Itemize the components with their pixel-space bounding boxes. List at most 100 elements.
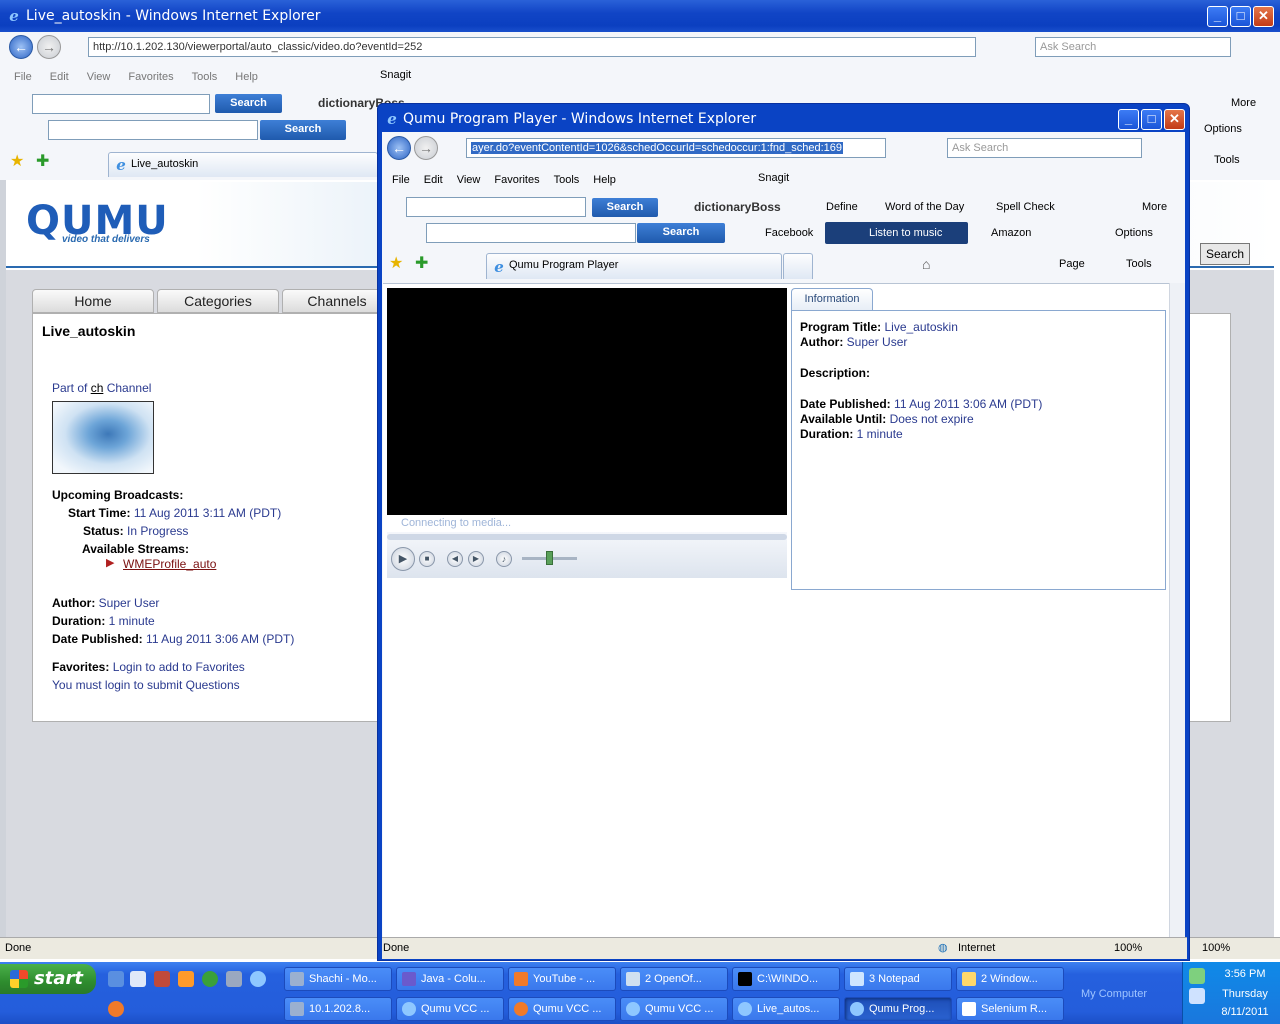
task-qumu-vcc-1[interactable]: Qumu VCC ... (396, 997, 504, 1021)
define-button[interactable]: Define (826, 201, 858, 213)
facebook-button[interactable]: Facebook (765, 227, 813, 239)
popup-menu-file[interactable]: File (392, 174, 410, 186)
menu-file[interactable]: File (14, 71, 32, 83)
task-cmd[interactable]: C:\WINDO... (732, 967, 840, 991)
questions-login-text[interactable]: You must login to submit Questions (52, 678, 240, 692)
popup-minimize-button[interactable]: _ (1118, 109, 1139, 130)
popup-menu-edit[interactable]: Edit (424, 174, 443, 186)
next-button[interactable]: ▶ (468, 551, 484, 567)
popup-snagit-button[interactable]: Snagit (758, 172, 789, 184)
menu-view[interactable]: View (87, 71, 111, 83)
popup-scrollbar[interactable] (1169, 283, 1185, 937)
bg-tab-live-autoskin[interactable]: e Live_autoskin (108, 152, 378, 177)
menu-favorites[interactable]: Favorites (128, 71, 173, 83)
ie-quicklaunch-icon[interactable] (250, 971, 266, 987)
popup-close-button[interactable]: ✕ (1164, 109, 1185, 130)
popup-dictionaryboss[interactable]: dictionaryBoss (694, 200, 781, 214)
popup-toolbar-search-input[interactable] (406, 197, 586, 217)
program-thumbnail[interactable] (52, 401, 154, 474)
quicklaunch-icon-1[interactable] (108, 971, 124, 987)
channel-link[interactable]: ch (91, 381, 104, 395)
popup-menu-view[interactable]: View (457, 174, 481, 186)
menu-edit[interactable]: Edit (50, 71, 69, 83)
popup-tab-player[interactable]: e Qumu Program Player (486, 253, 782, 279)
clock-time[interactable]: 3:56 PM (1209, 968, 1280, 980)
task-remote[interactable]: 10.1.202.8... (284, 997, 392, 1021)
bg-toolbar-search-button[interactable]: Search (215, 94, 282, 113)
popup-favorites-star-icon[interactable]: ★ (389, 253, 403, 273)
play-button[interactable]: ▶ (391, 547, 415, 571)
nav-tab-channels[interactable]: Channels (282, 289, 392, 313)
quicklaunch-icon-3[interactable] (154, 971, 170, 987)
popup-address-bar[interactable]: ayer.do?eventContentId=1026&schedOccurId… (466, 138, 886, 158)
add-favorites-icon[interactable]: ✚ (36, 151, 49, 171)
popup-menu-help[interactable]: Help (593, 174, 616, 186)
task-qumu-vcc-2[interactable]: Qumu VCC ... (508, 997, 616, 1021)
bg-window-titlebar[interactable]: e Live_autoskin - Windows Internet Explo… (0, 0, 1280, 32)
popup-ask-toolbar-input[interactable] (426, 223, 636, 243)
forward-button[interactable]: → (37, 35, 61, 59)
spell-check-button[interactable]: Spell Check (996, 201, 1055, 213)
task-notepad[interactable]: 3 Notepad (844, 967, 952, 991)
task-youtube[interactable]: YouTube - ... (508, 967, 616, 991)
popup-zoom-level[interactable]: 100% (1114, 938, 1142, 959)
bg-snagit-button[interactable]: Snagit (380, 69, 411, 81)
page-menu[interactable]: Page (1059, 258, 1085, 270)
information-tab[interactable]: Information (791, 288, 873, 311)
task-qumu-vcc-3[interactable]: Qumu VCC ... (620, 997, 728, 1021)
video-screen[interactable] (387, 288, 787, 515)
new-tab-button[interactable] (783, 253, 813, 279)
bg-zoom-level[interactable]: 100% (1202, 938, 1230, 959)
task-windows[interactable]: 2 Window... (956, 967, 1064, 991)
menu-help[interactable]: Help (235, 71, 258, 83)
maximize-button[interactable]: □ (1230, 6, 1251, 27)
popup-more-button[interactable]: More (1142, 201, 1167, 213)
nav-tab-home[interactable]: Home (32, 289, 154, 313)
volume-handle[interactable] (546, 551, 553, 565)
task-shachi[interactable]: Shachi - Mo... (284, 967, 392, 991)
back-button[interactable]: ← (9, 35, 33, 59)
login-favorites-link[interactable]: Login to add to Favorites (113, 660, 245, 674)
bg-toolbar-search-input[interactable] (32, 94, 210, 114)
mute-button[interactable]: ♪ (496, 551, 512, 567)
bg-ask-search-button[interactable]: Search (260, 120, 346, 140)
listen-music-button[interactable]: Listen to music (825, 222, 968, 244)
task-openoffice[interactable]: 2 OpenOf... (620, 967, 728, 991)
popup-maximize-button[interactable]: □ (1141, 109, 1162, 130)
popup-forward-button[interactable]: → (414, 136, 438, 160)
bg-address-bar[interactable]: http://10.1.202.130/viewerportal/auto_cl… (88, 37, 976, 57)
network-icon-2[interactable] (1189, 988, 1205, 1004)
word-of-day-button[interactable]: Word of the Day (885, 201, 964, 213)
network-icon[interactable] (1189, 968, 1205, 984)
bg-ask-search-input[interactable]: Ask Search (1035, 37, 1231, 57)
popup-menu-favorites[interactable]: Favorites (494, 174, 539, 186)
previous-button[interactable]: ◀ (447, 551, 463, 567)
bg-options-button[interactable]: Options (1204, 123, 1242, 135)
bg-ask-toolbar-input[interactable] (48, 120, 258, 140)
close-button[interactable]: ✕ (1253, 6, 1274, 27)
amazon-button[interactable]: Amazon (991, 227, 1031, 239)
stream-link[interactable]: WMEProfile_auto (123, 557, 216, 571)
task-live-autoskin[interactable]: Live_autos... (732, 997, 840, 1021)
nav-tab-categories[interactable]: Categories (157, 289, 279, 313)
menu-tools[interactable]: Tools (192, 71, 218, 83)
popup-ask-search-button[interactable]: Search (637, 223, 725, 243)
minimize-button[interactable]: _ (1207, 6, 1228, 27)
task-qumu-player[interactable]: Qumu Prog... (844, 997, 952, 1021)
chrome-icon[interactable] (202, 971, 218, 987)
bg-more-button[interactable]: More (1231, 97, 1256, 109)
popup-menu-tools[interactable]: Tools (554, 174, 580, 186)
home-icon[interactable]: ⌂ (922, 256, 930, 272)
bg-tools-button[interactable]: Tools (1214, 154, 1240, 166)
tools-menu[interactable]: Tools (1126, 258, 1152, 270)
page-search-button[interactable]: Search (1200, 243, 1250, 265)
task-selenium[interactable]: Selenium R... (956, 997, 1064, 1021)
popup-add-favorites-icon[interactable]: ✚ (415, 253, 428, 273)
popup-options-button[interactable]: Options (1115, 227, 1153, 239)
quicklaunch-icon-6[interactable] (226, 971, 242, 987)
popup-ask-search-input[interactable]: Ask Search (947, 138, 1142, 158)
popup-toolbar-search-button[interactable]: Search (592, 198, 658, 217)
seek-bar[interactable] (387, 534, 787, 540)
stop-button[interactable]: ■ (419, 551, 435, 567)
my-computer-label[interactable]: My Computer (1081, 988, 1147, 1000)
